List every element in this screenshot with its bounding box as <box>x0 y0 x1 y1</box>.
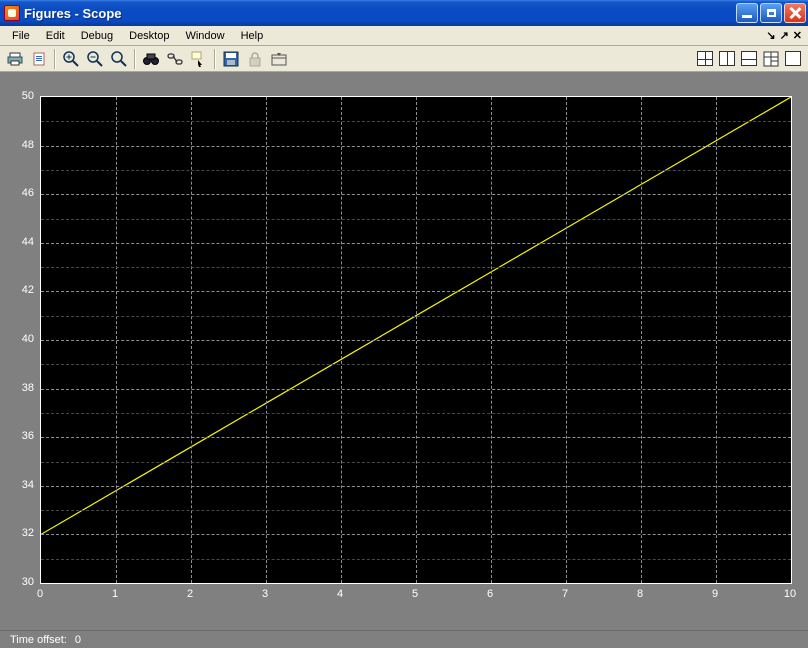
time-offset-value: 0 <box>75 634 81 646</box>
y-tick-label: 40 <box>22 333 34 345</box>
menu-desktop[interactable]: Desktop <box>121 28 177 44</box>
x-tick-label: 9 <box>712 588 718 600</box>
layout-custom-button[interactable] <box>760 48 782 70</box>
layout-single-button[interactable] <box>782 48 804 70</box>
printer-icon <box>7 51 23 67</box>
x-tick-label: 0 <box>37 588 43 600</box>
zoom-in-button[interactable] <box>60 48 82 70</box>
data-cursor-icon <box>191 51 207 67</box>
zoom-reset-button[interactable] <box>108 48 130 70</box>
data-cursor-button[interactable] <box>188 48 210 70</box>
menu-help[interactable]: Help <box>233 28 272 44</box>
layout-2x1-button[interactable] <box>738 48 760 70</box>
dock-undock-icon[interactable]: ↗ <box>780 29 789 42</box>
zoom-out-button[interactable] <box>84 48 106 70</box>
toolbar <box>0 46 808 72</box>
lock-button[interactable] <box>244 48 266 70</box>
maximize-button[interactable] <box>760 3 782 23</box>
save-button[interactable] <box>220 48 242 70</box>
y-tick-label: 42 <box>22 284 34 296</box>
x-tick-label: 2 <box>187 588 193 600</box>
separator <box>54 49 56 69</box>
y-tick-label: 46 <box>22 187 34 199</box>
binoculars-icon <box>143 51 159 67</box>
x-axis-ticks: 012345678910 <box>40 584 792 604</box>
find-button[interactable] <box>140 48 162 70</box>
time-offset-label: Time offset: <box>10 634 67 646</box>
y-tick-label: 36 <box>22 430 34 442</box>
grid-single-icon <box>785 51 801 66</box>
x-tick-label: 5 <box>412 588 418 600</box>
print-button[interactable] <box>4 48 26 70</box>
separator <box>134 49 136 69</box>
grid-1x2-icon <box>719 51 735 66</box>
clipboard-icon <box>31 51 47 67</box>
titlebar: Figures - Scope <box>0 0 808 26</box>
y-tick-label: 44 <box>22 236 34 248</box>
y-tick-label: 50 <box>22 90 34 102</box>
y-tick-label: 32 <box>22 527 34 539</box>
menu-window[interactable]: Window <box>177 28 232 44</box>
link-icon <box>167 51 183 67</box>
scope-axes[interactable] <box>40 96 792 584</box>
layout-buttons <box>694 48 804 70</box>
x-tick-label: 4 <box>337 588 343 600</box>
magnifier-icon <box>111 51 127 67</box>
x-tick-label: 1 <box>112 588 118 600</box>
dock-minimize-icon[interactable]: ↘ <box>766 29 775 42</box>
link-button[interactable] <box>164 48 186 70</box>
zoom-in-icon <box>63 51 79 67</box>
app-icon <box>4 5 20 21</box>
dock-button[interactable] <box>268 48 290 70</box>
menu-debug[interactable]: Debug <box>73 28 121 44</box>
layout-1x2-button[interactable] <box>716 48 738 70</box>
x-tick-label: 6 <box>487 588 493 600</box>
menu-edit[interactable]: Edit <box>38 28 73 44</box>
separator <box>214 49 216 69</box>
close-button[interactable] <box>784 3 806 23</box>
copy-button[interactable] <box>28 48 50 70</box>
window-title: Figures - Scope <box>24 6 736 21</box>
y-tick-label: 34 <box>22 479 34 491</box>
y-tick-label: 48 <box>22 139 34 151</box>
menubar: File Edit Debug Desktop Window Help ↘ ↗ … <box>0 26 808 46</box>
layout-2x2-button[interactable] <box>694 48 716 70</box>
x-tick-label: 10 <box>784 588 796 600</box>
statusbar: Time offset: 0 <box>0 630 808 648</box>
floppy-icon <box>223 51 239 67</box>
x-tick-label: 8 <box>637 588 643 600</box>
y-tick-label: 38 <box>22 382 34 394</box>
lock-icon <box>247 51 263 67</box>
window-controls <box>736 3 806 23</box>
minimize-button[interactable] <box>736 3 758 23</box>
grid-custom-icon <box>763 51 779 67</box>
y-axis-ticks: 3032343638404244464850 <box>0 96 38 584</box>
y-tick-label: 30 <box>22 576 34 588</box>
grid-2x1-icon <box>741 51 757 66</box>
dock-controls: ↘ ↗ ✕ <box>766 29 804 42</box>
x-tick-label: 7 <box>562 588 568 600</box>
zoom-out-icon <box>87 51 103 67</box>
grid-2x2-icon <box>697 51 713 66</box>
dock-close-icon[interactable]: ✕ <box>793 29 802 42</box>
dock-icon <box>271 51 287 67</box>
x-tick-label: 3 <box>262 588 268 600</box>
figure-area: 3032343638404244464850 012345678910 <box>0 72 808 630</box>
menu-file[interactable]: File <box>4 28 38 44</box>
